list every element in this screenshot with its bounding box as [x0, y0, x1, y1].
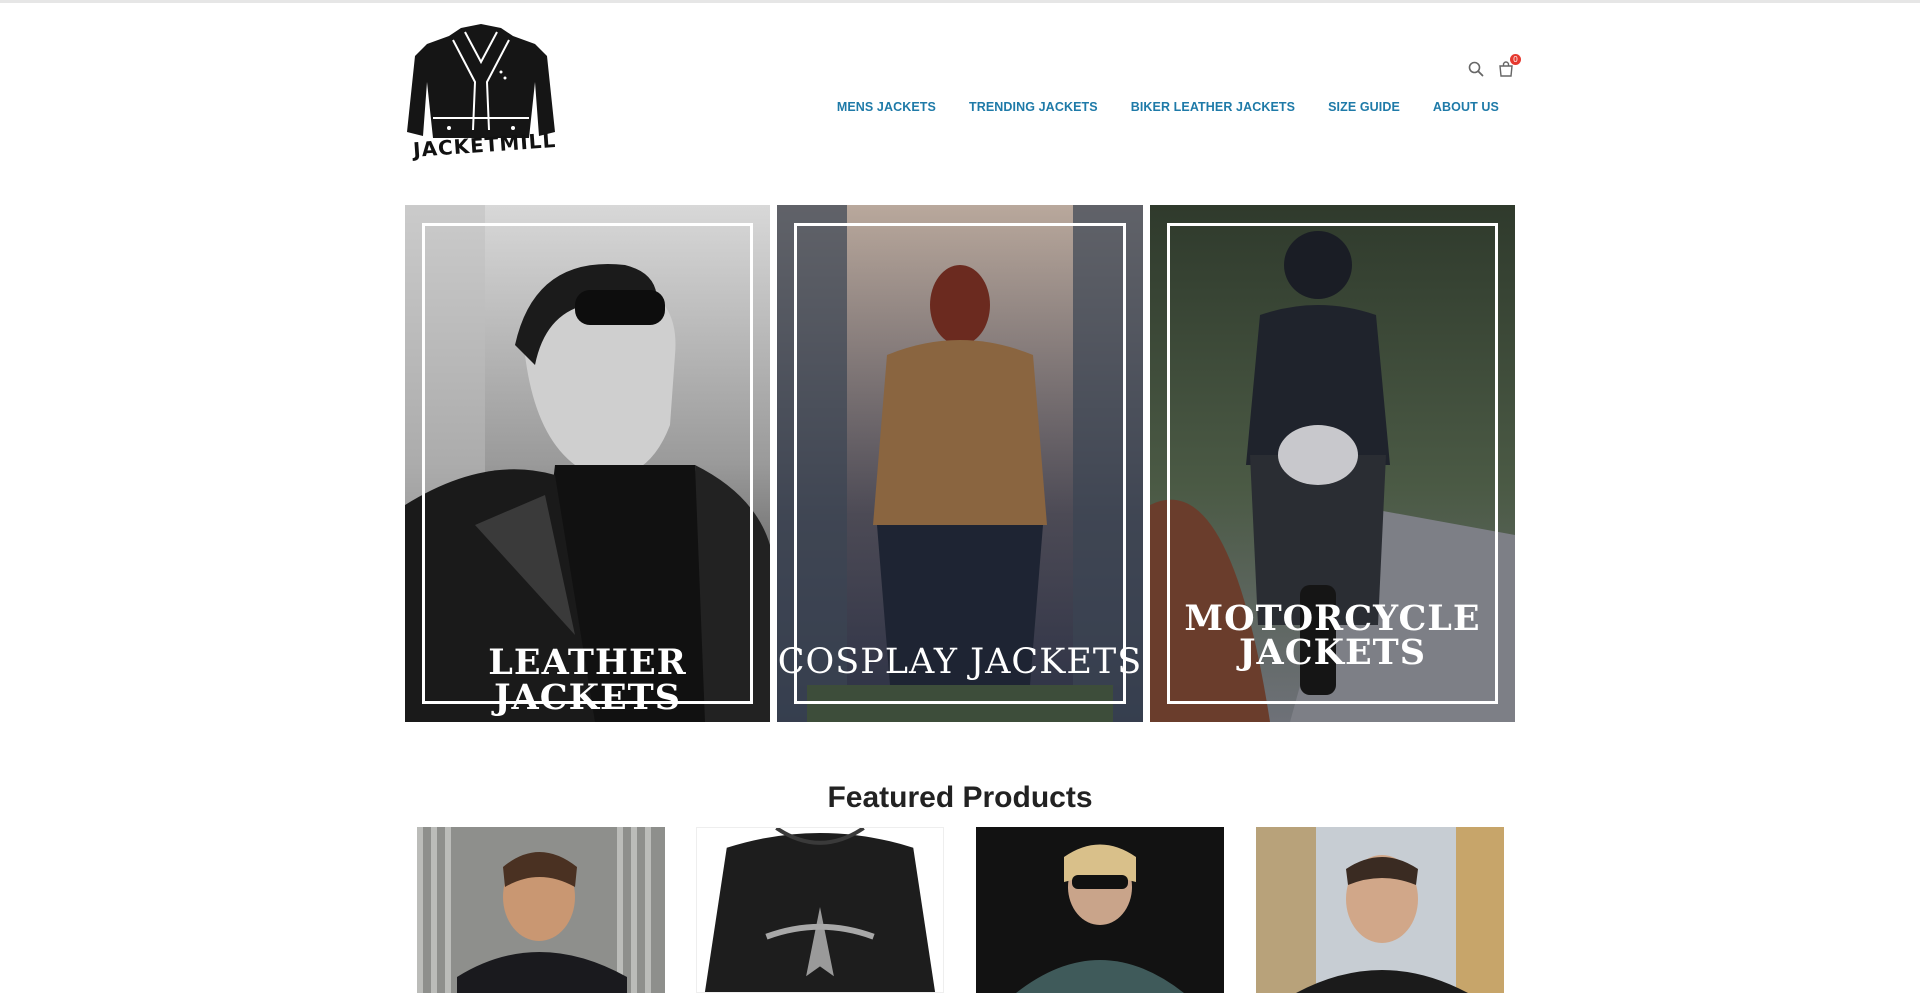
banner-frame — [794, 223, 1126, 704]
featured-products-grid — [417, 827, 1504, 993]
cart-count-badge: 0 — [1510, 54, 1521, 65]
main-navigation: MENS JACKETS TRENDING JACKETS BIKER LEAT… — [837, 100, 1499, 114]
featured-products-title: Featured Products — [827, 780, 1093, 814]
banner-cosplay-jackets[interactable]: COSPLAY JACKETS — [777, 205, 1143, 722]
banner-caption: LEATHER JACKETS — [488, 642, 687, 718]
category-banners: LEATHER JACKETS COSPLAY JACKETS MOTORCYC… — [405, 205, 1515, 722]
cart-icon[interactable]: 0 — [1497, 54, 1521, 78]
nav-biker-leather-jackets[interactable]: BIKER LEATHER JACKETS — [1131, 100, 1295, 114]
product-image — [976, 827, 1224, 993]
banner-leather-jackets[interactable]: LEATHER JACKETS — [405, 205, 770, 722]
product-card[interactable] — [1256, 827, 1504, 993]
nav-mens-jackets[interactable]: MENS JACKETS — [837, 100, 936, 114]
site-header: JACKETMILL 0 MENS JACKETS TRENDING JACKE… — [405, 20, 1521, 170]
product-image — [1256, 827, 1504, 993]
nav-about-us[interactable]: ABOUT US — [1433, 100, 1499, 114]
site-logo[interactable]: JACKETMILL — [405, 22, 557, 167]
banner-caption-line-1: MOTORCYCLE — [1184, 598, 1481, 639]
search-icon[interactable] — [1467, 60, 1485, 78]
product-card[interactable] — [417, 827, 665, 993]
product-card[interactable] — [976, 827, 1224, 993]
banner-caption-line-2: JACKETS — [1239, 632, 1426, 673]
banner-frame — [422, 223, 753, 704]
nav-size-guide[interactable]: SIZE GUIDE — [1328, 100, 1400, 114]
product-image — [417, 827, 665, 993]
header-icons: 0 — [1467, 54, 1521, 80]
banner-caption: COSPLAY JACKETS — [777, 642, 1143, 682]
banner-motorcycle-jackets[interactable]: MOTORCYCLE JACKETS — [1150, 205, 1515, 722]
nav-trending-jackets[interactable]: TRENDING JACKETS — [969, 100, 1098, 114]
product-card[interactable] — [696, 827, 944, 993]
top-border — [0, 0, 1920, 3]
product-image — [697, 828, 943, 992]
